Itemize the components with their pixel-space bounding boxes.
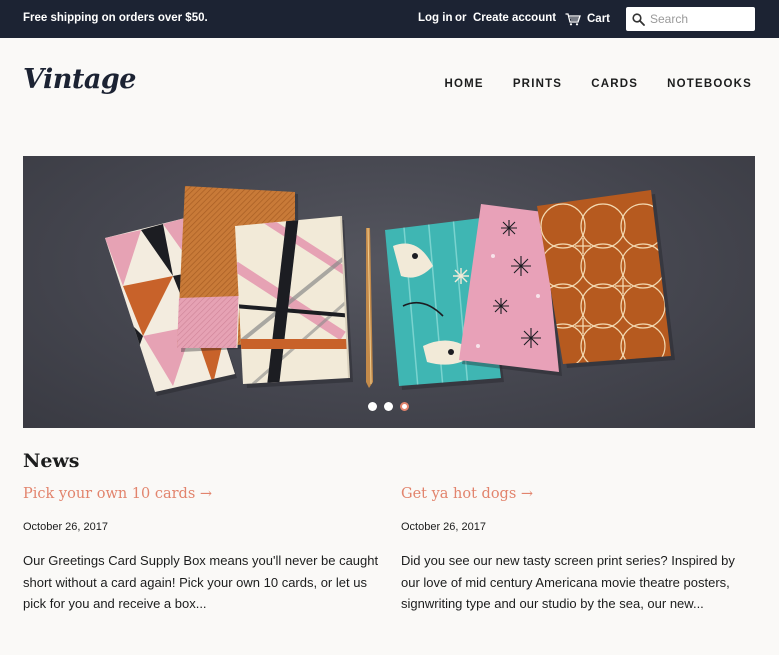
slide-dot-3-active[interactable] — [400, 402, 409, 411]
slide-dot-2[interactable] — [384, 402, 393, 411]
site-logo[interactable]: Vintage — [23, 64, 136, 95]
article-date: October 26, 2017 — [401, 521, 487, 533]
article-excerpt: Our Greetings Card Supply Box means you'… — [23, 553, 379, 611]
search-box[interactable] — [626, 7, 755, 31]
news-article: Get ya hot dogs → October 26, 2017 Did y… — [401, 486, 755, 615]
or-separator: or — [455, 12, 467, 24]
cart-link[interactable]: Cart — [565, 9, 610, 29]
notebooks-hero-image — [105, 186, 675, 396]
free-shipping-promo: Free shipping on orders over $50. — [23, 12, 208, 24]
article-headline-link[interactable]: Pick your own 10 cards → — [23, 486, 383, 502]
nav-cards[interactable]: CARDS — [591, 78, 638, 90]
news-article: Pick your own 10 cards → October 26, 201… — [23, 486, 383, 615]
nav-prints[interactable]: PRINTS — [513, 78, 562, 90]
search-input[interactable] — [650, 12, 745, 26]
article-headline-link[interactable]: Get ya hot dogs → — [401, 486, 755, 502]
slide-dot-1[interactable] — [368, 402, 377, 411]
slideshow-dots — [368, 402, 409, 411]
cart-label: Cart — [587, 13, 611, 25]
login-link[interactable]: Log in — [418, 12, 453, 24]
announcement-bar: Free shipping on orders over $50. Log in… — [0, 0, 779, 38]
news-heading: News — [23, 450, 80, 472]
hero-slideshow[interactable] — [23, 156, 755, 428]
article-date: October 26, 2017 — [23, 521, 109, 533]
main-nav: HOME PRINTS CARDS NOTEBOOKS — [445, 78, 753, 90]
nav-notebooks[interactable]: NOTEBOOKS — [667, 78, 752, 90]
search-icon — [632, 12, 645, 26]
cart-icon — [565, 12, 581, 25]
nav-home[interactable]: HOME — [445, 78, 484, 90]
article-excerpt: Did you see our new tasty screen print s… — [401, 553, 735, 611]
create-account-link[interactable]: Create account — [473, 12, 556, 24]
